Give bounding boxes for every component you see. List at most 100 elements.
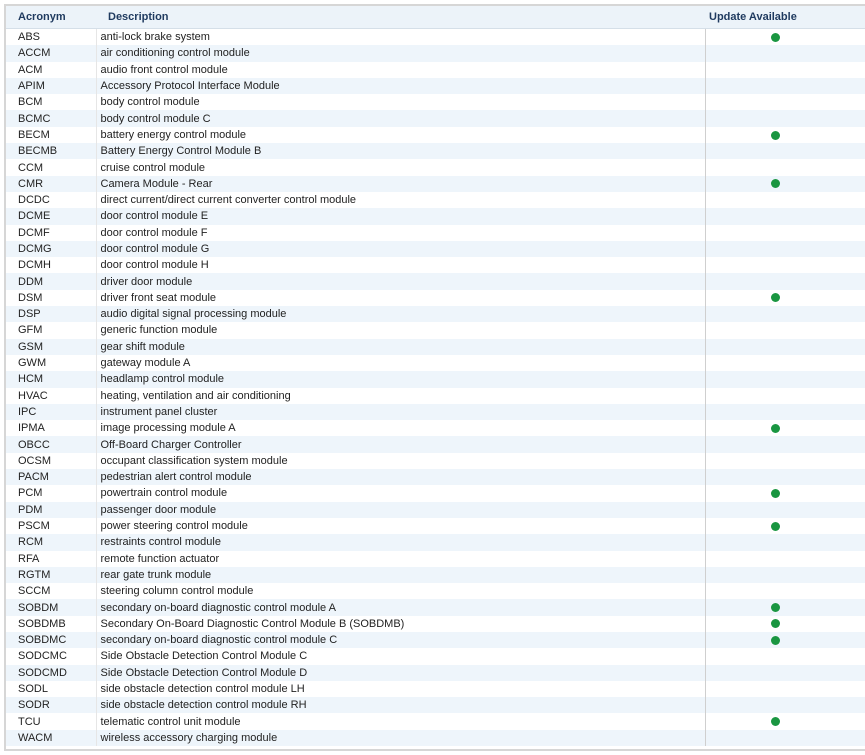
cell-update-available (704, 713, 865, 730)
cell-acronym: WACM (6, 729, 96, 747)
table-row[interactable]: GSM gear shift module (6, 338, 865, 355)
table-row[interactable]: SODCMC Side Obstacle Detection Control Mo… (6, 648, 865, 665)
table-row[interactable]: DSP audio digital signal processing modul… (6, 306, 865, 323)
cell-description: door control module F (95, 224, 705, 241)
cell-update-available (704, 273, 865, 290)
cell-update-available (704, 371, 865, 388)
table-row[interactable]: APIM Accessory Protocol Interface Module (6, 77, 865, 95)
table-row[interactable]: SOBDMC secondary on-board diagnostic cont… (6, 631, 865, 649)
table-row[interactable]: RGTM rear gate trunk module (6, 566, 865, 584)
table-row[interactable]: ACM audio front control module (6, 61, 865, 78)
cell-update-available (704, 485, 865, 502)
update-available-indicator-icon (770, 130, 780, 140)
table-row[interactable]: SOBDM secondary on-board diagnostic contr… (6, 599, 865, 616)
table-row[interactable]: DCDC direct current/direct current conver… (6, 191, 865, 209)
update-available-indicator-icon (770, 619, 780, 629)
cell-update-available (704, 306, 865, 323)
table-row[interactable]: DCME door control module E (6, 208, 865, 225)
table-row[interactable]: BECMB Battery Energy Control Module B (6, 143, 865, 160)
table-row[interactable]: RFA remote function actuator (6, 550, 865, 567)
table-row[interactable]: OCSM occupant classification system modul… (6, 452, 865, 470)
cell-description: direct current/direct current converter … (95, 191, 705, 209)
cell-acronym: OBCC (6, 436, 96, 453)
cell-acronym: BECMB (6, 143, 96, 160)
column-header-acronym[interactable]: Acronym (6, 6, 96, 29)
update-available-indicator-icon (770, 635, 780, 645)
table-row[interactable]: ACCM air conditioning control module (6, 45, 865, 62)
column-header-update-available[interactable]: Update Available (705, 6, 865, 29)
cell-update-available (704, 322, 865, 339)
table-row[interactable]: PDM passenger door module (6, 501, 865, 518)
update-available-indicator-icon (770, 717, 780, 727)
cell-acronym: PCM (6, 485, 96, 502)
column-header-description[interactable]: Description (96, 6, 705, 29)
cell-update-available (704, 77, 865, 95)
cell-update-available (704, 566, 865, 584)
table-row[interactable]: GFM generic function module (6, 322, 865, 339)
cell-description: Camera Module - Rear (95, 175, 705, 192)
table-row[interactable]: TCU telematic control unit module (6, 713, 865, 730)
cell-acronym: DCMF (6, 224, 96, 241)
table-row[interactable]: SOBDMB Secondary On-Board Diagnostic Cont… (6, 615, 865, 632)
cell-description: power steering control module (95, 517, 705, 535)
table-row[interactable]: BCMC body control module C (6, 110, 865, 127)
table-row[interactable]: SODCMD Side Obstacle Detection Control Mo… (6, 664, 865, 681)
table-body: ABS anti-lock brake system ACCM air conditi… (6, 28, 865, 747)
cell-description: side obstacle detection control module R… (95, 697, 705, 714)
cell-acronym: GWM (6, 354, 96, 372)
cell-description: body control module (95, 94, 705, 111)
cell-update-available (704, 45, 865, 62)
table-row[interactable]: PSCM power steering control module (6, 517, 865, 535)
table-row[interactable]: SCCM steering column control module (6, 583, 865, 600)
cell-acronym: DDM (6, 273, 96, 290)
cell-description: Side Obstacle Detection Control Module D (95, 664, 705, 681)
cell-description: anti-lock brake system (95, 28, 705, 46)
cell-acronym: SODCMC (6, 648, 96, 665)
table-row[interactable]: OBCC Off-Board Charger Controller (6, 436, 865, 453)
table-row[interactable]: SODR side obstacle detection control modu… (6, 697, 865, 714)
table-row[interactable]: DCMH door control module H (6, 257, 865, 274)
cell-update-available (704, 257, 865, 274)
cell-update-available (704, 680, 865, 698)
cell-update-available (704, 550, 865, 567)
table-row[interactable]: DDM driver door module (6, 273, 865, 290)
cell-acronym: PSCM (6, 517, 96, 535)
cell-description: driver front seat module (95, 289, 705, 307)
cell-description: cruise control module (95, 159, 705, 176)
module-table-panel: Acronym Description Update Available ABS… (4, 4, 865, 751)
table-row[interactable]: DSM driver front seat module (6, 289, 865, 307)
cell-update-available (704, 175, 865, 192)
cell-acronym: DSP (6, 306, 96, 323)
cell-update-available (704, 517, 865, 535)
cell-acronym: BCMC (6, 110, 96, 127)
table-row[interactable]: HVAC heating, ventilation and air conditi… (6, 387, 865, 404)
table-row[interactable]: HCM headlamp control module (6, 371, 865, 388)
cell-acronym: APIM (6, 77, 96, 95)
table-row[interactable]: BECM battery energy control module (6, 126, 865, 144)
table-row[interactable]: GWM gateway module A (6, 354, 865, 372)
cell-description: side obstacle detection control module L… (95, 680, 705, 698)
table-row[interactable]: DCMF door control module F (6, 224, 865, 241)
cell-description: pedestrian alert control module (95, 469, 705, 486)
cell-update-available (704, 61, 865, 78)
cell-acronym: HCM (6, 371, 96, 388)
cell-update-available (704, 240, 865, 258)
cell-acronym: BCM (6, 94, 96, 111)
cell-acronym: OCSM (6, 452, 96, 470)
table-row[interactable]: PCM powertrain control module (6, 485, 865, 502)
table-row[interactable]: DCMG door control module G (6, 240, 865, 258)
table-row[interactable]: IPC instrument panel cluster (6, 403, 865, 421)
table-row[interactable]: RCM restraints control module (6, 534, 865, 551)
update-available-indicator-icon (770, 32, 780, 42)
table-row[interactable]: CMR Camera Module - Rear (6, 175, 865, 192)
table-row[interactable]: BCM body control module (6, 94, 865, 111)
table-row[interactable]: IPMA image processing module A (6, 420, 865, 437)
cell-description: door control module E (95, 208, 705, 225)
table-row[interactable]: ABS anti-lock brake system (6, 28, 865, 46)
table-row[interactable]: WACM wireless accessory charging module (6, 729, 865, 747)
table-row[interactable]: PACM pedestrian alert control module (6, 469, 865, 486)
table-row[interactable]: SODL side obstacle detection control modu… (6, 680, 865, 698)
table-row[interactable]: CCM cruise control module (6, 159, 865, 176)
cell-description: generic function module (95, 322, 705, 339)
cell-update-available (704, 631, 865, 649)
